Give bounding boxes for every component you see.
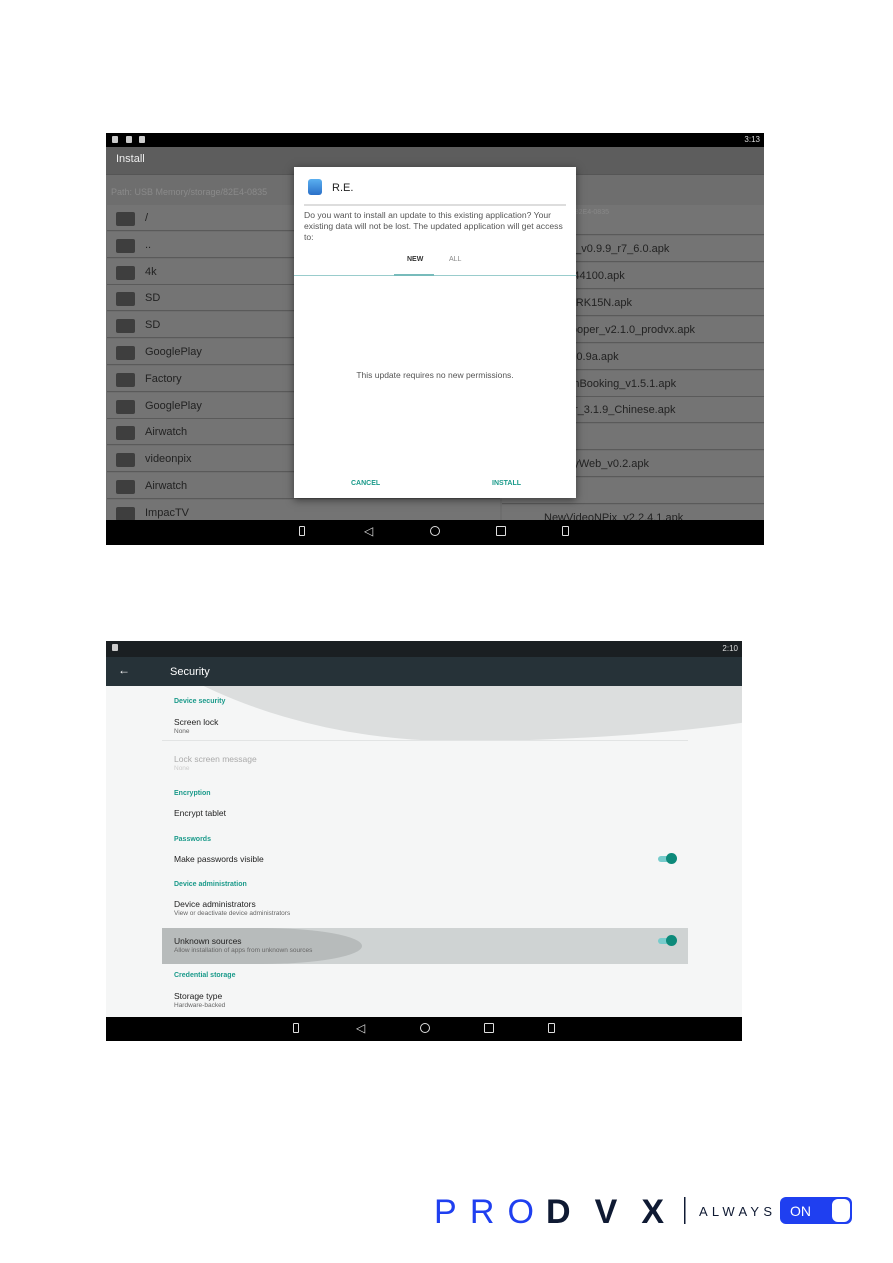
divider <box>162 740 688 741</box>
folder-name: Airwatch <box>145 480 188 492</box>
dialog-title: R.E. <box>332 182 354 194</box>
ripple <box>162 928 362 964</box>
logo-on: ON <box>790 1203 811 1219</box>
recents-icon[interactable] <box>496 526 506 536</box>
android-icon <box>112 644 118 651</box>
setting-item <box>162 746 688 782</box>
folder-icon <box>116 372 135 387</box>
setting-item[interactable] <box>162 928 688 964</box>
folder-name: Factory <box>145 372 182 385</box>
dialog-message: Do you want to install an update to this… <box>304 210 563 242</box>
setting-item[interactable] <box>162 846 688 882</box>
back-icon[interactable]: ◁ <box>364 524 373 538</box>
status-time: 3:13 <box>744 135 760 144</box>
folder-name: GooglePlay <box>145 346 202 358</box>
toggle-switch[interactable] <box>658 853 677 864</box>
folder-name: .. <box>145 238 152 251</box>
logo-always: ALWAYS <box>699 1204 772 1219</box>
back-icon[interactable]: ◁ <box>356 1021 365 1035</box>
folder-icon <box>116 238 135 253</box>
setting-title: Make passwords visible <box>174 854 264 864</box>
setting-summary: View or deactivate device administrators <box>174 910 291 917</box>
tab-divider <box>294 275 576 276</box>
permissions-message: This update requires no new permissions. <box>356 370 514 380</box>
setting-summary: None <box>174 728 190 735</box>
setting-summary: Allow installation of apps from unknown … <box>174 947 313 954</box>
divider <box>304 204 566 206</box>
folder-icon <box>116 346 135 360</box>
section-header: Encryption <box>174 790 211 797</box>
folder-name: GooglePlay <box>145 399 202 412</box>
folder-name: SD <box>145 292 161 305</box>
volume-up-icon[interactable] <box>562 526 569 536</box>
section-header: Credential storage <box>174 972 236 979</box>
folder-name: ImpacTV <box>145 506 190 519</box>
home-icon[interactable] <box>430 526 440 536</box>
tab-all[interactable]: ALL <box>449 256 461 263</box>
setting-title: Device administrators <box>174 899 256 909</box>
volume-up-icon[interactable] <box>548 1023 555 1033</box>
folder-name: SD <box>145 319 161 332</box>
status-bar: 2:10 <box>106 641 742 657</box>
section-header: Device administration <box>174 881 247 888</box>
navigation-bar: ◁ <box>106 520 764 545</box>
logo-pro: PRO <box>434 1195 534 1227</box>
logo-switch-knob <box>832 1199 850 1222</box>
path-label: Path: USB Memory/storage/82E4-0835 <box>111 187 268 197</box>
home-icon[interactable] <box>420 1023 430 1033</box>
section-header: Device security <box>174 698 226 705</box>
folder-icon <box>116 292 135 307</box>
app-bar: ← Security <box>106 657 742 686</box>
folder-icon <box>116 426 135 441</box>
cancel-button[interactable]: CANCEL <box>351 480 380 487</box>
logo-divider <box>684 1197 686 1224</box>
sd-icon <box>112 136 118 143</box>
prodvx-logo: PRO DVX ALWAYS ON <box>434 1195 852 1227</box>
usb-icon <box>126 136 132 143</box>
setting-item[interactable] <box>162 891 688 927</box>
folder-icon <box>116 480 135 494</box>
section-header: Passwords <box>174 836 211 843</box>
setting-title: Lock screen message <box>174 754 257 764</box>
folder-icon <box>116 265 135 280</box>
logo-dvx: DVX <box>546 1195 664 1227</box>
setting-summary: Hardware-backed <box>174 1002 226 1009</box>
volume-down-icon[interactable] <box>293 1023 299 1033</box>
install-dialog: R.E. Do you want to install an update to… <box>294 167 576 498</box>
volume-down-icon[interactable] <box>299 526 305 536</box>
folder-icon <box>116 212 135 226</box>
tab-indicator <box>394 274 434 276</box>
folder-icon <box>116 453 135 468</box>
folder-name: videonpix <box>145 453 192 466</box>
folder-name: Airwatch <box>145 426 188 439</box>
setting-summary: None <box>174 765 190 772</box>
page-title: Security <box>170 666 210 678</box>
setting-title: Screen lock <box>174 717 219 727</box>
setting-title: Storage type <box>174 991 223 1001</box>
tab-new[interactable]: NEW <box>407 256 423 263</box>
folder-icon <box>116 399 135 414</box>
android-icon <box>139 136 145 143</box>
navigation-bar: ◁ <box>106 1017 742 1041</box>
install-screenshot: 3:13 Install Path: USB Memory/storage/82… <box>106 133 764 545</box>
status-bar: 3:13 <box>106 133 764 147</box>
app-icon <box>308 179 322 195</box>
setting-title: Unknown sources <box>174 936 242 946</box>
folder-name: 4k <box>145 265 157 278</box>
back-arrow-icon[interactable]: ← <box>118 663 130 677</box>
recents-icon[interactable] <box>484 1023 494 1033</box>
folder-icon <box>116 506 135 521</box>
install-button[interactable]: INSTALL <box>492 480 521 487</box>
folder-icon <box>116 319 135 334</box>
folder-name: / <box>145 212 149 224</box>
status-time: 2:10 <box>722 644 738 653</box>
security-screenshot: 2:10 ← Security Device security Screen lo… <box>106 641 742 1041</box>
setting-title: Encrypt tablet <box>174 808 226 818</box>
setting-item[interactable] <box>162 983 688 1019</box>
setting-item[interactable] <box>162 800 688 836</box>
toggle-switch[interactable] <box>658 935 677 946</box>
